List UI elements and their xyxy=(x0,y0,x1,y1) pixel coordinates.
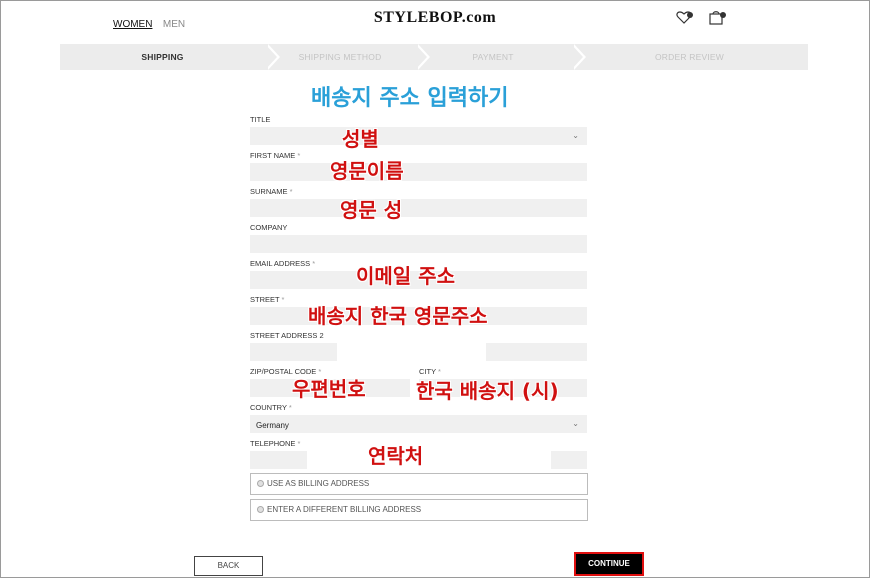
title-select[interactable]: ⌄ xyxy=(250,127,587,145)
annotation-surname: 영문 성 xyxy=(340,198,403,222)
step-shipping[interactable]: SHIPPING xyxy=(60,44,280,70)
step-order-review-label: ORDER REVIEW xyxy=(655,52,724,62)
annotation-email: 이메일 주소 xyxy=(356,264,455,288)
radio-button[interactable] xyxy=(257,480,264,487)
step-payment[interactable]: PAYMENT xyxy=(415,44,586,70)
first-name-label: FIRST NAME * xyxy=(250,151,301,160)
use-as-billing-label: USE AS BILLING ADDRESS xyxy=(267,479,370,488)
email-label: EMAIL ADDRESS * xyxy=(250,259,316,268)
wishlist-heart-icon[interactable] xyxy=(676,11,694,25)
company-field[interactable] xyxy=(250,235,587,253)
title-label: TITLE xyxy=(250,115,271,124)
use-as-billing-option[interactable]: USE AS BILLING ADDRESS xyxy=(250,473,588,495)
step-shipping-method-label: SHIPPING METHOD xyxy=(298,52,382,62)
country-select[interactable]: Germany ⌄ xyxy=(250,415,587,433)
annotation-telephone: 연락처 xyxy=(368,444,424,468)
annotation-street: 배송지 한국 영문주소 xyxy=(308,304,488,328)
surname-field[interactable] xyxy=(250,199,587,217)
radio-button[interactable] xyxy=(257,506,264,513)
back-button[interactable]: BACK xyxy=(194,556,263,576)
step-order-review[interactable]: ORDER REVIEW xyxy=(571,44,808,70)
first-name-field[interactable] xyxy=(250,163,587,181)
site-logo[interactable]: STYLEBOP.com xyxy=(0,9,870,27)
continue-button[interactable]: CONTINUE xyxy=(574,552,644,576)
shopping-bag-icon[interactable] xyxy=(709,10,727,25)
chevron-down-icon: ⌄ xyxy=(572,131,579,140)
step-payment-label: PAYMENT xyxy=(472,52,514,62)
street2-field-extra[interactable] xyxy=(486,343,587,361)
step-arrow xyxy=(265,44,277,70)
annotation-title: 성별 xyxy=(342,127,379,151)
telephone-extension-field[interactable] xyxy=(551,451,587,469)
step-shipping-label: SHIPPING xyxy=(141,52,184,62)
company-label: COMPANY xyxy=(250,223,288,232)
street-label: STREET * xyxy=(250,295,285,304)
different-billing-label: ENTER A DIFFERENT BILLING ADDRESS xyxy=(267,505,422,514)
street2-label: STREET ADDRESS 2 xyxy=(250,331,324,340)
annotation-zip: 우편번호 xyxy=(292,377,366,401)
surname-label: SURNAME * xyxy=(250,187,293,196)
street2-field[interactable] xyxy=(250,343,337,361)
telephone-label: TELEPHONE * xyxy=(250,439,301,448)
annotation-city: 한국 배송지 (시) xyxy=(416,379,559,403)
step-shipping-method[interactable]: SHIPPING METHOD xyxy=(265,44,430,70)
country-value: Germany xyxy=(256,421,289,430)
annotation-page-title: 배송지 주소 입력하기 xyxy=(311,86,509,111)
different-billing-option[interactable]: ENTER A DIFFERENT BILLING ADDRESS xyxy=(250,499,588,521)
annotation-first-name: 영문이름 xyxy=(330,159,404,183)
telephone-prefix-field[interactable] xyxy=(250,451,307,469)
step-arrow xyxy=(415,44,427,70)
chevron-down-icon: ⌄ xyxy=(572,419,579,428)
step-arrow xyxy=(571,44,583,70)
country-label: COUNTRY * xyxy=(250,403,292,412)
checkout-steps: SHIPPING SHIPPING METHOD PAYMENT ORDER R… xyxy=(60,44,808,70)
